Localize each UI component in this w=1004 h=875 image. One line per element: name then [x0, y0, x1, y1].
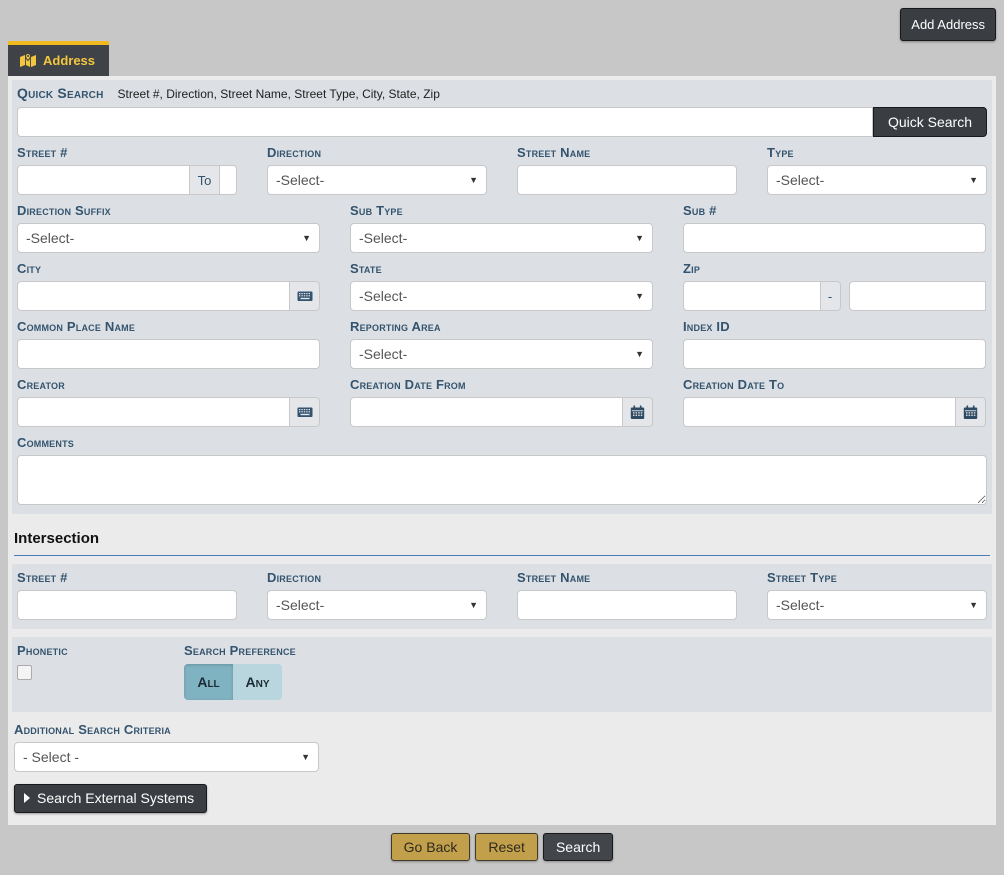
- zip-separator: -: [821, 281, 841, 311]
- creation-date-from-label: Creation Date From: [350, 377, 653, 392]
- chevron-down-icon: ▼: [635, 233, 644, 243]
- keyboard-icon[interactable]: [290, 397, 320, 427]
- reporting-area-label: Reporting Area: [350, 319, 653, 334]
- city-label: City: [17, 261, 320, 276]
- city-input[interactable]: [17, 281, 290, 311]
- chevron-down-icon: ▼: [469, 175, 478, 185]
- quick-search-label: Quick SearchStreet #, Direction, Street …: [17, 86, 987, 102]
- add-address-button[interactable]: Add Address: [900, 8, 996, 41]
- common-place-name-label: Common Place Name: [17, 319, 320, 334]
- creator-input[interactable]: [17, 397, 290, 427]
- zip-label: Zip: [683, 261, 986, 276]
- street-number-to-label: To: [190, 165, 220, 195]
- sub-number-label: Sub #: [683, 203, 986, 218]
- search-preference-toggle: All Any: [184, 664, 282, 700]
- sub-number-input[interactable]: [683, 223, 986, 253]
- direction-suffix-select[interactable]: -Select- ▼: [17, 223, 320, 253]
- reset-button[interactable]: Reset: [475, 833, 538, 861]
- search-preference-any-button[interactable]: Any: [233, 664, 282, 700]
- street-number-from-input[interactable]: [17, 165, 190, 195]
- intersection-section: Street # Direction -Select- ▼ Street Nam…: [12, 564, 992, 629]
- caret-right-icon: [24, 793, 30, 803]
- intersection-street-type-select[interactable]: -Select- ▼: [767, 590, 987, 620]
- intersection-street-name-input[interactable]: [517, 590, 737, 620]
- intersection-direction-label: Direction: [267, 570, 487, 585]
- keyboard-icon[interactable]: [290, 281, 320, 311]
- direction-select[interactable]: -Select- ▼: [267, 165, 487, 195]
- search-preference-label: Search Preference: [184, 643, 296, 658]
- footer-actions: Go Back Reset Search: [0, 833, 1004, 861]
- type-select[interactable]: -Select- ▼: [767, 165, 987, 195]
- street-number-label: Street #: [17, 145, 237, 160]
- state-select[interactable]: -Select- ▼: [350, 281, 653, 311]
- quick-search-input[interactable]: [17, 107, 873, 137]
- street-name-label: Street Name: [517, 145, 737, 160]
- chevron-down-icon: ▼: [635, 349, 644, 359]
- calendar-icon[interactable]: [956, 397, 986, 427]
- go-back-button[interactable]: Go Back: [391, 833, 471, 861]
- state-label: State: [350, 261, 653, 276]
- sub-type-select[interactable]: -Select- ▼: [350, 223, 653, 253]
- reporting-area-select[interactable]: -Select- ▼: [350, 339, 653, 369]
- search-external-systems-button[interactable]: Search External Systems: [14, 784, 207, 813]
- tab-strip: Address: [8, 41, 996, 76]
- zip-plus4-input[interactable]: [849, 281, 987, 311]
- intersection-street-name-label: Street Name: [517, 570, 737, 585]
- calendar-icon[interactable]: [623, 397, 653, 427]
- index-id-label: Index ID: [683, 319, 986, 334]
- type-label: Type: [767, 145, 987, 160]
- chevron-down-icon: ▼: [301, 752, 310, 762]
- additional-search-criteria-select[interactable]: - Select - ▼: [14, 742, 319, 772]
- sub-type-label: Sub Type: [350, 203, 653, 218]
- chevron-down-icon: ▼: [969, 600, 978, 610]
- intersection-street-number-input[interactable]: [17, 590, 237, 620]
- phonetic-label: Phonetic: [17, 643, 184, 658]
- creation-date-to-input[interactable]: [683, 397, 956, 427]
- quick-search-button[interactable]: Quick Search: [873, 107, 987, 137]
- creation-date-from-input[interactable]: [350, 397, 623, 427]
- search-button[interactable]: Search: [543, 833, 613, 861]
- direction-label: Direction: [267, 145, 487, 160]
- search-preference-all-button[interactable]: All: [184, 664, 233, 700]
- direction-suffix-label: Direction Suffix: [17, 203, 320, 218]
- zip-input[interactable]: [683, 281, 821, 311]
- chevron-down-icon: ▼: [635, 291, 644, 301]
- additional-search-criteria-label: Additional Search Criteria: [14, 722, 990, 737]
- quick-search-hint: Street #, Direction, Street Name, Street…: [118, 87, 440, 101]
- main-panel: Quick Search Street #, Direction, Street …: [8, 76, 996, 825]
- intersection-heading: Intersection: [14, 524, 990, 556]
- creation-date-to-label: Creation Date To: [683, 377, 986, 392]
- intersection-street-type-label: Street Type: [767, 570, 987, 585]
- intersection-direction-select[interactable]: -Select- ▼: [267, 590, 487, 620]
- tab-address-label: Address: [43, 53, 95, 68]
- comments-textarea[interactable]: [17, 455, 987, 505]
- intersection-street-number-label: Street #: [17, 570, 237, 585]
- street-number-to-input[interactable]: [220, 165, 237, 195]
- search-options-section: Phonetic Search Preference All Any: [12, 637, 992, 712]
- comments-label: Comments: [17, 435, 987, 450]
- phonetic-checkbox[interactable]: [17, 665, 32, 680]
- address-search-section: Quick Search Street #, Direction, Street …: [12, 80, 992, 514]
- tab-address[interactable]: Address: [8, 41, 109, 76]
- chevron-down-icon: ▼: [469, 600, 478, 610]
- chevron-down-icon: ▼: [969, 175, 978, 185]
- chevron-down-icon: ▼: [302, 233, 311, 243]
- map-marker-icon: [20, 53, 36, 68]
- common-place-name-input[interactable]: [17, 339, 320, 369]
- street-name-input[interactable]: [517, 165, 737, 195]
- index-id-input[interactable]: [683, 339, 986, 369]
- top-bar: Add Address: [0, 0, 1004, 41]
- creator-label: Creator: [17, 377, 320, 392]
